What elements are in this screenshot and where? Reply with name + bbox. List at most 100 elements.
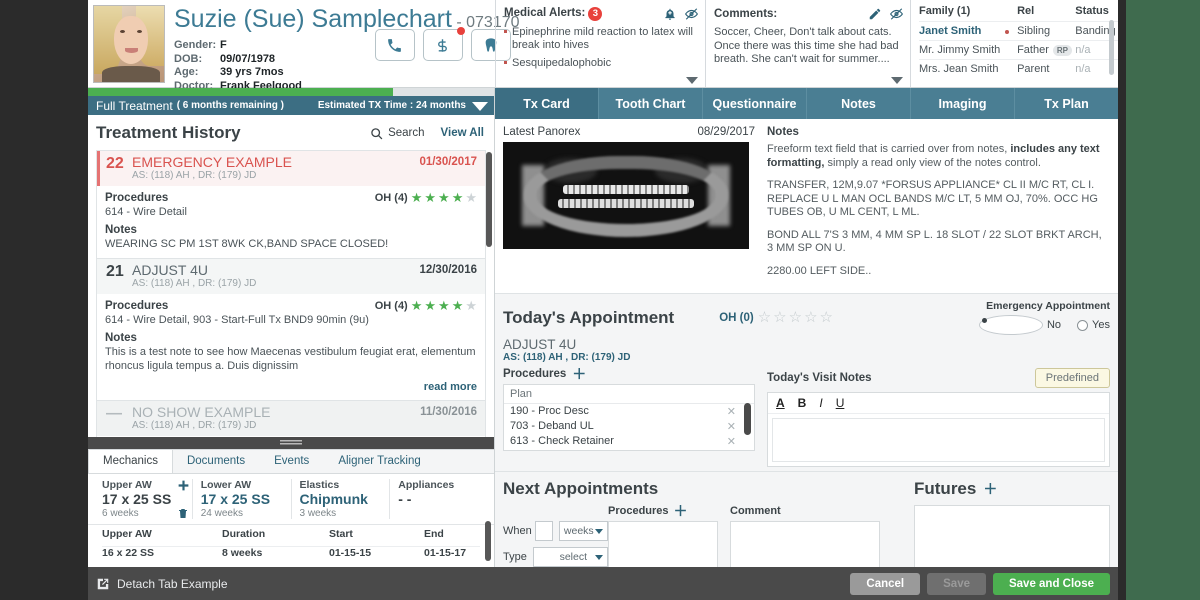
dollar-icon: [435, 37, 450, 54]
tab-tx-plan[interactable]: Tx Plan: [1015, 88, 1118, 119]
star-icon: ☆: [820, 311, 833, 324]
table-row[interactable]: Mr. Jimmy Smith FatherRP n/a: [919, 41, 1118, 60]
view-all-button[interactable]: View All: [441, 127, 484, 139]
next-appointments-title: Next Appointments: [503, 479, 914, 499]
mechanics-panel: Mechanics Documents Events Aligner Track…: [88, 449, 494, 567]
tab-events[interactable]: Events: [260, 450, 324, 473]
medical-alerts-list: Epinephrine mild reaction to latex will …: [504, 26, 699, 70]
italic-icon[interactable]: I: [819, 396, 822, 410]
star-icon: ☆: [804, 311, 817, 324]
tab-tooth-chart[interactable]: Tooth Chart: [599, 88, 703, 119]
list-item[interactable]: 190 - Proc Desc✕: [504, 404, 754, 419]
family-member-name[interactable]: Mr. Jimmy Smith: [919, 41, 1005, 60]
treatment-summary-bar[interactable]: Full Treatment ( 6 months remaining ) Es…: [88, 96, 494, 115]
family-member-name[interactable]: Janet Smith: [919, 22, 1005, 41]
next-procedures-label: Procedures: [608, 505, 669, 517]
emergency-yes-label: Yes: [1092, 319, 1110, 331]
list-item[interactable]: 21 ADJUST 4U AS: (118) AH , DR: (179) JD…: [96, 258, 486, 400]
list-item[interactable]: 22 EMERGENCY EXAMPLE AS: (118) AH , DR: …: [96, 150, 486, 258]
delete-mechanics-button[interactable]: [177, 507, 190, 523]
notes-text-pre: Freeform text field that is carried over…: [767, 143, 1010, 155]
mechanics-weeks: 24 weeks: [201, 508, 283, 519]
table-row[interactable]: Janet Smith Sibling Banding: [919, 22, 1118, 41]
treatment-history-title: Treatment History: [96, 123, 241, 143]
hide-eye-icon[interactable]: [684, 7, 699, 21]
search-button[interactable]: Search: [370, 127, 424, 140]
font-color-icon[interactable]: A: [776, 396, 785, 410]
today-oh-stars[interactable]: ☆☆☆☆☆: [758, 311, 833, 324]
emergency-appointment-label: Emergency Appointment: [979, 300, 1110, 312]
family-header-rel: Rel: [1017, 5, 1075, 22]
list-item[interactable]: 703 - Deband UL✕: [504, 419, 754, 434]
read-more-link[interactable]: read more: [105, 381, 477, 393]
tab-notes[interactable]: Notes: [807, 88, 911, 119]
procedures-label: Procedures: [105, 300, 168, 312]
tab-mechanics[interactable]: Mechanics: [88, 450, 173, 473]
comments-expand-icon[interactable]: [891, 77, 903, 84]
edit-pencil-icon[interactable]: [868, 7, 882, 21]
chevron-down-icon[interactable]: [472, 102, 488, 111]
type-select[interactable]: select: [533, 547, 608, 567]
tab-imaging[interactable]: Imaging: [911, 88, 1015, 119]
add-mechanics-button[interactable]: [177, 479, 190, 495]
list-item[interactable]: 613 - Check Retainer✕: [504, 434, 754, 449]
emergency-radio-no[interactable]: No: [979, 315, 1061, 335]
remove-icon[interactable]: ✕: [727, 435, 748, 448]
table-row[interactable]: Mrs. Jean Smith Parent n/a: [919, 60, 1118, 79]
notes-paragraph: TRANSFER, 12M,9.07 *FORSUS APPLIANCE* CL…: [767, 179, 1110, 220]
bold-icon[interactable]: B: [798, 396, 807, 410]
save-and-close-button[interactable]: Save and Close: [993, 573, 1110, 595]
window-frame-right: [1118, 0, 1200, 600]
notes-paragraph: Freeform text field that is carried over…: [767, 143, 1110, 170]
table-row[interactable]: 16 x 22 SS 8 weeks 01-15-15 01-15-17: [94, 543, 488, 562]
add-procedure-button[interactable]: ＋: [572, 369, 586, 379]
trash-icon: [177, 507, 189, 520]
star-icon: ★: [452, 191, 464, 204]
visit-subtitle: AS: (118) AH , DR: (179) JD: [132, 170, 419, 182]
add-next-procedure-button[interactable]: ＋: [674, 506, 688, 516]
emergency-appointment-group: Emergency Appointment No Yes: [979, 300, 1110, 335]
tab-documents[interactable]: Documents: [173, 450, 260, 473]
gender-value: F: [220, 39, 227, 53]
predefined-button[interactable]: Predefined: [1035, 368, 1110, 388]
add-alert-icon[interactable]: [663, 7, 677, 21]
notes-paragraph: 2280.00 LEFT SIDE..: [767, 265, 1110, 279]
family-scrollbar[interactable]: [1109, 20, 1114, 75]
list-item[interactable]: — NO SHOW EXAMPLE AS: (118) AH , DR: (17…: [96, 400, 486, 437]
emergency-radio-yes[interactable]: Yes: [1077, 319, 1110, 331]
mechanics-label: Lower AW: [201, 479, 283, 491]
add-future-button[interactable]: ＋: [983, 484, 997, 494]
underline-icon[interactable]: U: [836, 396, 845, 410]
phone-button[interactable]: [375, 29, 415, 61]
when-input[interactable]: [535, 521, 553, 541]
treatment-history-list[interactable]: 22 EMERGENCY EXAMPLE AS: (118) AH , DR: …: [88, 150, 494, 437]
hide-eye-icon[interactable]: [889, 7, 904, 21]
next-appointments-section: Next Appointments When weeks Type select: [495, 472, 1118, 567]
when-unit-select[interactable]: weeks: [559, 521, 608, 541]
notes-text-post: simply a read only view of the notes con…: [824, 157, 1040, 169]
family-member-name[interactable]: Mrs. Jean Smith: [919, 60, 1005, 79]
comments-title: Comments:: [714, 8, 777, 20]
detach-tab-button[interactable]: Detach Tab Example: [96, 577, 228, 591]
visit-title: NO SHOW EXAMPLE: [132, 405, 420, 420]
visit-number: 22: [106, 155, 132, 173]
mechanics-scrollbar[interactable]: [485, 521, 491, 561]
tab-questionnaire[interactable]: Questionnaire: [703, 88, 807, 119]
visit-notes-input[interactable]: [772, 418, 1105, 462]
plan-label: Plan: [504, 385, 754, 404]
star-icon: ★: [424, 299, 436, 312]
treatment-history-scrollbar[interactable]: [486, 152, 492, 247]
cancel-button[interactable]: Cancel: [850, 573, 920, 595]
billing-button[interactable]: [423, 29, 463, 61]
patient-photo: [93, 5, 165, 83]
panel-resize-handle[interactable]: [88, 437, 494, 449]
emergency-no-label: No: [1047, 319, 1061, 331]
medical-alerts-expand-icon[interactable]: [686, 77, 698, 84]
panorex-image[interactable]: [503, 142, 749, 249]
tab-aligner-tracking[interactable]: Aligner Tracking: [324, 450, 435, 473]
procedures-scrollbar[interactable]: [744, 403, 751, 435]
oh-label: OH (4): [375, 192, 408, 204]
futures-title: Futures: [914, 479, 976, 499]
oh-rating-stars: ★★★★★: [411, 299, 477, 312]
save-button[interactable]: Save: [927, 573, 986, 595]
